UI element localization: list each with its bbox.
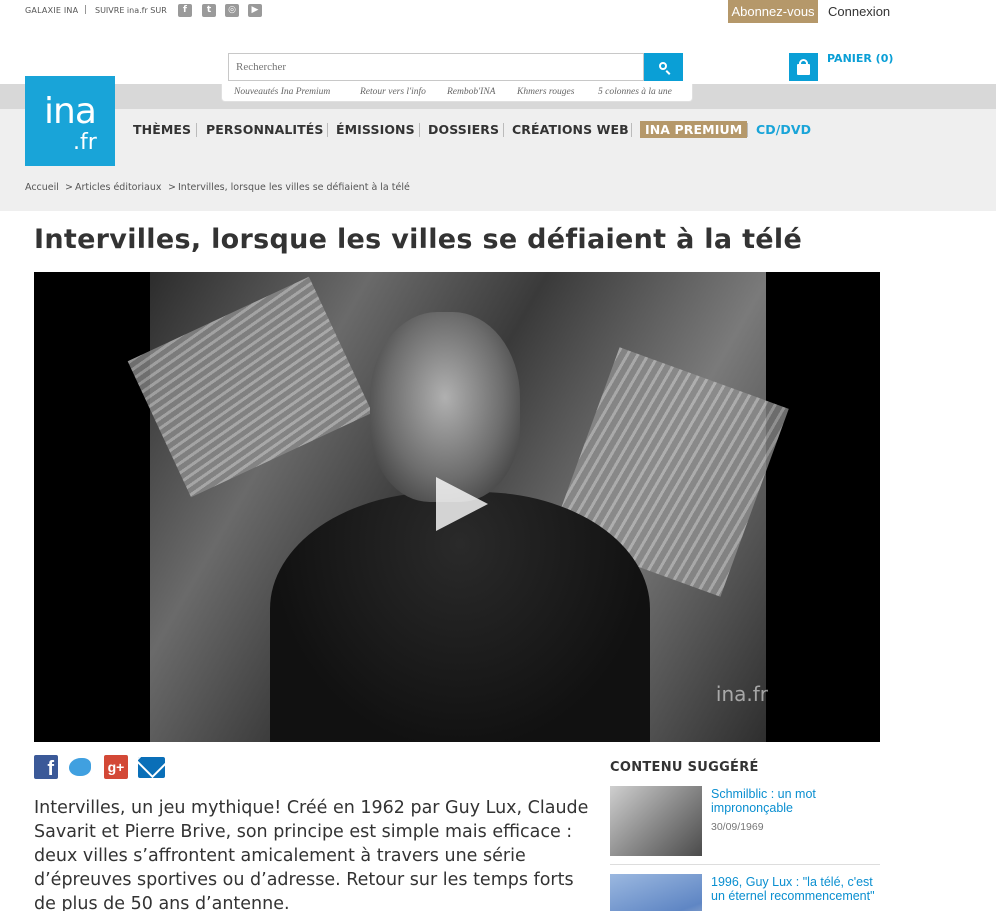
- suggested-title[interactable]: Schmilblic : un mot imprononçable: [711, 787, 881, 815]
- topbar-separator: |: [84, 5, 88, 15]
- quicklink-5-colonnes[interactable]: 5 colonnes à la une: [598, 87, 672, 97]
- share-email-icon[interactable]: [138, 757, 165, 778]
- sheet-music-decor: [127, 276, 373, 498]
- share-twitter-icon[interactable]: [68, 755, 92, 779]
- nav-personnalites[interactable]: PERSONNALITÉS: [206, 122, 324, 137]
- suggested-title[interactable]: 1996, Guy Lux : "la télé, c'est un étern…: [711, 875, 880, 903]
- share-googleplus-icon[interactable]: g+: [104, 755, 128, 779]
- search-button[interactable]: [644, 53, 683, 81]
- nav-themes[interactable]: THÈMES: [133, 122, 191, 137]
- breadcrumb-section[interactable]: Articles éditoriaux: [75, 182, 162, 193]
- logo-suffix: .fr: [73, 130, 97, 155]
- nav-creations-web[interactable]: CRÉATIONS WEB: [512, 122, 629, 137]
- page-title: Intervilles, lorsque les villes se défia…: [34, 224, 803, 255]
- video-player[interactable]: ina.fr: [34, 272, 880, 742]
- facebook-icon[interactable]: f: [178, 4, 192, 17]
- twitter-bird: [69, 758, 91, 776]
- logo-text: ina: [44, 91, 97, 132]
- share-facebook-icon[interactable]: f: [34, 755, 58, 780]
- nav-ina-premium[interactable]: INA PREMIUM: [640, 121, 748, 138]
- quick-links: Nouveautés Ina Premium Retour vers l'inf…: [221, 84, 693, 102]
- nav-divider: [327, 123, 328, 137]
- nav-divider: [196, 123, 197, 137]
- suggested-date: 30/09/1969: [711, 821, 764, 833]
- cart-label[interactable]: PANIER (0): [827, 52, 893, 65]
- cart-button[interactable]: [789, 53, 818, 81]
- twitter-icon[interactable]: t: [202, 4, 216, 17]
- nav-divider: [419, 123, 420, 137]
- quicklink-khmers-rouges[interactable]: Khmers rouges: [517, 87, 574, 97]
- nav-dossiers[interactable]: DOSSIERS: [428, 122, 499, 137]
- nav-emissions[interactable]: ÉMISSIONS: [336, 122, 415, 137]
- ina-logo[interactable]: ina .fr: [25, 76, 115, 166]
- follow-label: SUIVRE ina.fr SUR: [95, 6, 167, 15]
- presenter-head: [370, 312, 520, 502]
- nav-divider: [631, 123, 632, 137]
- suggested-thumbnail[interactable]: [610, 874, 702, 911]
- play-icon[interactable]: [436, 477, 488, 531]
- suggested-thumbnail[interactable]: [610, 786, 702, 856]
- nav-divider: [747, 123, 748, 137]
- suggested-content-title: CONTENU SUGGÉRÉ: [610, 760, 759, 775]
- article-intro: Intervilles, un jeu mythique! Créé en 19…: [34, 798, 589, 911]
- search-box: [228, 53, 644, 81]
- nav-divider: [503, 123, 504, 137]
- breadcrumb-separator: >: [65, 182, 73, 193]
- galaxie-ina-link[interactable]: GALAXIE INA: [25, 6, 78, 15]
- breadcrumb-separator: >: [168, 182, 176, 193]
- instagram-icon[interactable]: ◎: [225, 4, 239, 17]
- quicklink-nouveautes[interactable]: Nouveautés Ina Premium: [234, 87, 330, 97]
- nav-cd-dvd[interactable]: CD/DVD: [756, 122, 811, 137]
- breadcrumb-home[interactable]: Accueil: [25, 182, 59, 193]
- search-icon: [659, 62, 667, 70]
- suggested-divider: [610, 864, 880, 865]
- top-utility-bar: GALAXIE INA | SUIVRE ina.fr SUR f t ◎ ▶ …: [0, 0, 996, 24]
- search-input[interactable]: [229, 54, 643, 80]
- quicklink-retour-info[interactable]: Retour vers l'info: [360, 87, 426, 97]
- breadcrumb-current: Intervilles, lorsque les villes se défia…: [178, 182, 410, 193]
- suggested-item[interactable]: Schmilblic : un mot imprononçable 30/09/…: [610, 786, 880, 858]
- suggested-item[interactable]: 1996, Guy Lux : "la télé, c'est un étern…: [610, 874, 880, 911]
- video-watermark: ina.fr: [715, 682, 768, 706]
- youtube-icon[interactable]: ▶: [248, 4, 262, 17]
- subscribe-button[interactable]: Abonnez-vous: [728, 0, 818, 23]
- quicklink-rembobina[interactable]: Rembob'INA: [447, 87, 495, 97]
- shopping-bag-icon: [797, 64, 810, 75]
- login-link[interactable]: Connexion: [828, 4, 890, 19]
